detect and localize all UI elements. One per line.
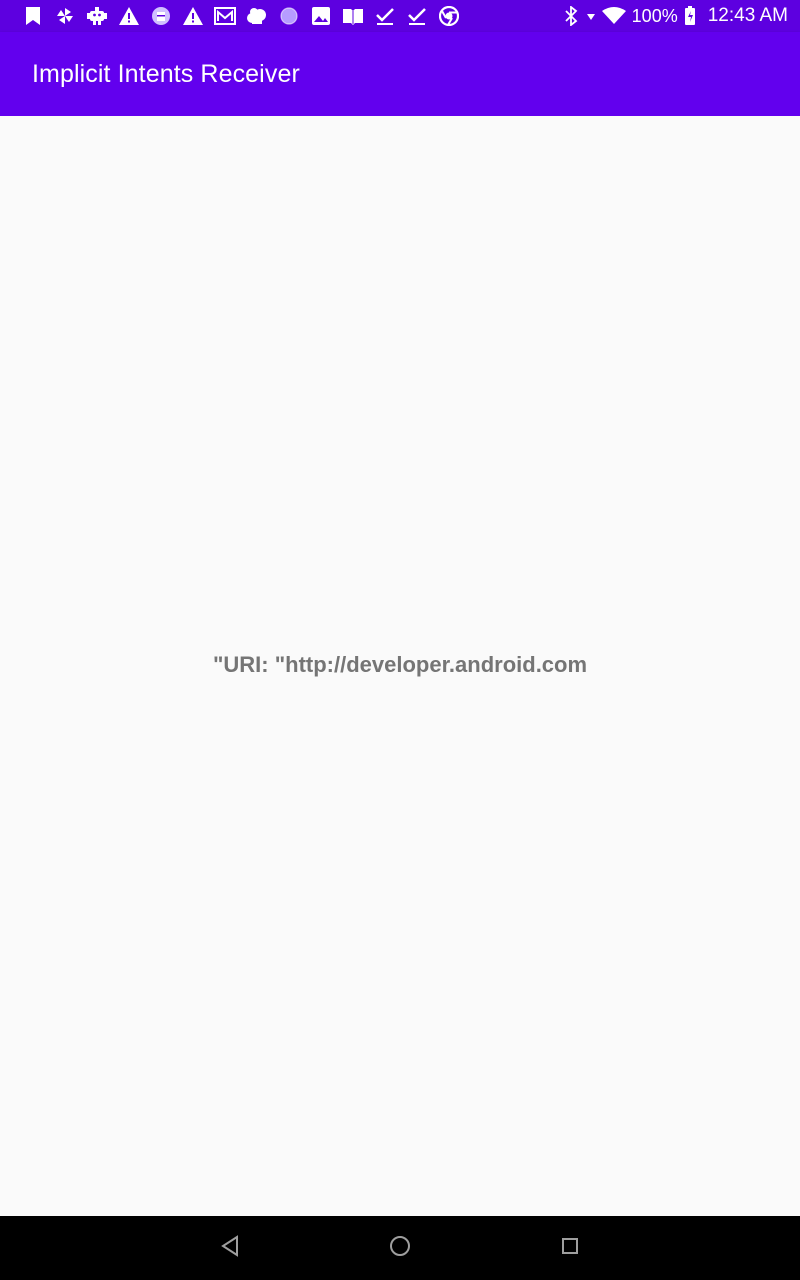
chrome-icon <box>438 5 460 27</box>
warning-icon <box>182 5 204 27</box>
sd-card-icon <box>150 5 172 27</box>
circle-icon <box>278 5 300 27</box>
checkmark-icon <box>406 5 428 27</box>
recents-icon <box>560 1236 580 1261</box>
checkmark-icon <box>374 5 396 27</box>
app-bar: Implicit Intents Receiver <box>0 32 800 116</box>
navigation-bar <box>0 1216 800 1280</box>
book-icon <box>342 5 364 27</box>
home-button[interactable] <box>380 1228 420 1268</box>
pinwheel-icon <box>54 5 76 27</box>
app-title: Implicit Intents Receiver <box>32 59 300 88</box>
notification-icons <box>22 5 460 27</box>
uri-text: "URI: "http://developer.android.com <box>212 652 588 677</box>
home-icon <box>389 1235 411 1262</box>
signal-arrow-icon <box>586 6 596 26</box>
bookmark-icon <box>22 5 44 27</box>
main-content: "URI: "http://developer.android.com <box>0 116 800 1216</box>
back-button[interactable] <box>210 1228 250 1268</box>
back-icon <box>220 1234 240 1262</box>
wifi-icon <box>601 6 626 26</box>
status-bar: 100% 12:43 AM <box>0 0 800 32</box>
system-status: 100% 12:43 AM <box>562 5 788 27</box>
recents-button[interactable] <box>550 1228 590 1268</box>
battery-percent: 100% <box>631 5 678 26</box>
bluetooth-icon <box>562 6 580 26</box>
image-icon <box>310 5 332 27</box>
warning-icon <box>118 5 140 27</box>
status-clock: 12:43 AM <box>707 5 788 26</box>
cloud-icon <box>246 5 268 27</box>
robot-icon <box>86 5 108 27</box>
mail-icon <box>214 5 236 27</box>
battery-icon <box>684 6 696 26</box>
